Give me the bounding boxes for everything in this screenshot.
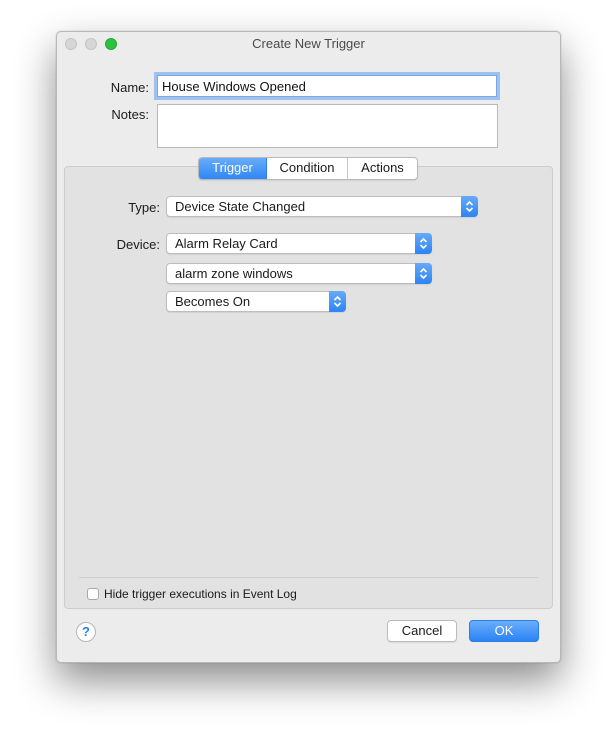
ok-button[interactable]: OK	[469, 620, 539, 642]
zone-popup-value: alarm zone windows	[175, 266, 293, 281]
divider	[79, 577, 538, 578]
state-popup-value: Becomes On	[175, 294, 251, 309]
zoom-window-button[interactable]	[105, 38, 117, 50]
zone-popup[interactable]: alarm zone windows	[166, 263, 432, 284]
chevron-up-down-icon	[461, 196, 478, 217]
device-popup[interactable]: Alarm Relay Card	[166, 233, 432, 254]
type-popup[interactable]: Device State Changed	[166, 196, 478, 217]
chevron-up-down-icon	[329, 291, 346, 312]
cancel-button[interactable]: Cancel	[387, 620, 457, 642]
tab-trigger[interactable]: Trigger	[199, 158, 267, 179]
chevron-up-down-icon	[415, 263, 432, 284]
device-label: Device:	[116, 237, 160, 252]
window-title: Create New Trigger	[252, 36, 365, 51]
minimize-window-button[interactable]	[85, 38, 97, 50]
hide-log-checkbox[interactable]	[87, 588, 99, 600]
title-bar: Create New Trigger	[57, 32, 560, 56]
name-label: Name:	[110, 80, 149, 95]
help-button[interactable]: ?	[76, 622, 96, 642]
tab-condition[interactable]: Condition	[267, 158, 348, 179]
name-input[interactable]	[157, 75, 497, 97]
notes-label: Notes:	[111, 107, 149, 122]
tab-bar: Trigger Condition Actions	[198, 157, 418, 180]
device-popup-value: Alarm Relay Card	[175, 236, 278, 251]
tab-actions[interactable]: Actions	[348, 158, 417, 179]
type-popup-value: Device State Changed	[175, 199, 306, 214]
hide-log-label[interactable]: Hide trigger executions in Event Log	[104, 587, 297, 601]
notes-textarea[interactable]	[157, 104, 498, 148]
create-trigger-dialog: Create New Trigger Name: Notes: Trigger …	[56, 31, 561, 663]
state-popup[interactable]: Becomes On	[166, 291, 346, 312]
type-label: Type:	[128, 200, 160, 215]
close-window-button[interactable]	[65, 38, 77, 50]
chevron-up-down-icon	[415, 233, 432, 254]
